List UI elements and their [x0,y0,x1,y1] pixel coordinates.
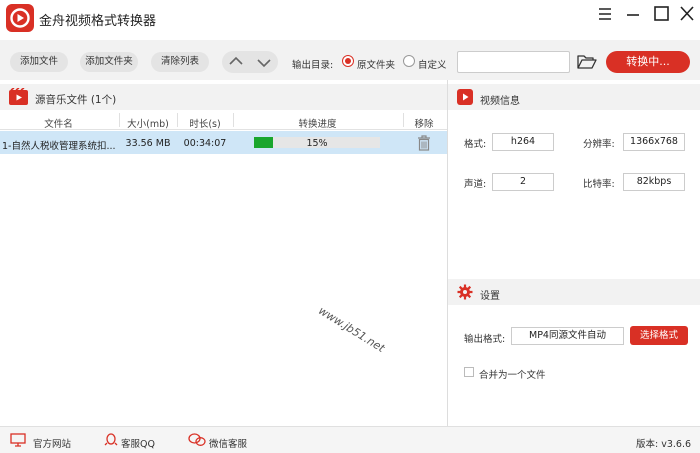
move-down-icon[interactable] [250,51,278,73]
table-header: 文件名 大小(mb) 时长(s) 转换进度 移除 [0,110,447,130]
file-size: 33.56 MB [125,138,171,149]
folder-open-icon[interactable] [577,53,597,69]
status-bar: 官方网站 客服QQ 微信客服 版本: v3.6.6 [0,426,700,453]
monitor-icon [10,433,26,447]
radio-custom[interactable] [403,55,415,67]
format-label: 格式: [464,139,487,150]
col-progress: 转换进度 [298,119,337,130]
video-list-icon [9,87,28,106]
move-buttons [222,51,278,73]
version-label: 版本: v3.6.6 [636,439,692,450]
move-up-icon[interactable] [222,51,250,73]
output-format-label: 输出格式: [464,334,506,345]
file-list-panel: 源音乐文件 (1个) 文件名 大小(mb) 时长(s) 转换进度 移除 1-自然… [0,84,447,426]
col-duration: 时长(s) [189,119,221,130]
bitrate-label: 比特率: [583,179,615,190]
resolution-value: 1366x768 [623,133,685,151]
video-info-header: 视频信息 [448,84,700,110]
app-logo-icon [6,4,34,32]
channels-label: 声道: [464,179,487,190]
col-filename: 文件名 [44,119,73,130]
add-file-button[interactable]: 添加文件 [10,52,68,72]
qq-icon [103,433,119,447]
channels-value: 2 [492,173,554,191]
settings-title: 设置 [480,291,500,302]
file-name: 1-自然人税收管理系统扣... [2,141,116,152]
output-path-input[interactable] [457,51,570,73]
file-duration: 00:34:07 [183,138,227,149]
radio-source-folder[interactable] [342,55,354,67]
wechat-support-link[interactable]: 微信客服 [209,436,247,450]
merge-label: 合并为一个文件 [479,370,546,381]
play-icon [457,89,473,105]
progress-text: 15% [306,138,328,149]
settings-header: 设置 [448,279,700,305]
minimize-icon[interactable] [622,3,644,25]
col-size: 大小(mb) [127,119,169,130]
merge-checkbox[interactable] [464,367,474,377]
info-panel: 视频信息 格式: h264 分辨率: 1366x768 声道: 2 比特率: 8… [448,84,700,426]
wechat-icon [188,433,206,447]
title-bar: 金舟视频格式转换器 [0,0,700,38]
table-row[interactable]: 1-自然人税收管理系统扣... 33.56 MB 00:34:07 15% [0,131,447,154]
trash-icon[interactable] [417,135,431,151]
toolbar: 添加文件 添加文件夹 清除列表 输出目录: 原文件夹 自定义 转换中... [0,40,700,80]
radio-source-folder-label: 原文件夹 [357,60,396,71]
output-dir-label: 输出目录: [292,60,334,71]
video-info-title: 视频信息 [480,96,520,107]
format-value: h264 [492,133,554,151]
file-list-title: 源音乐文件 (1个) [35,94,117,106]
app-title: 金舟视频格式转换器 [39,14,157,29]
clear-list-button[interactable]: 清除列表 [151,52,209,72]
radio-custom-label: 自定义 [418,60,447,71]
website-link[interactable]: 官方网站 [33,436,71,450]
add-folder-button[interactable]: 添加文件夹 [80,52,138,72]
menu-icon[interactable] [594,3,616,25]
gear-icon [457,284,473,300]
bitrate-value: 82kbps [623,173,685,191]
qq-support-link[interactable]: 客服QQ [121,436,155,450]
select-format-button[interactable]: 选择格式 [630,326,688,345]
close-icon[interactable] [676,3,698,25]
convert-button[interactable]: 转换中... [606,51,690,73]
file-list-header: 源音乐文件 (1个) [0,84,447,110]
output-format-value[interactable]: MP4同源文件自动 [511,327,624,345]
watermark: www.jb51.net [316,304,387,355]
resolution-label: 分辨率: [583,139,615,150]
col-remove: 移除 [414,119,434,130]
maximize-icon[interactable] [650,3,672,25]
